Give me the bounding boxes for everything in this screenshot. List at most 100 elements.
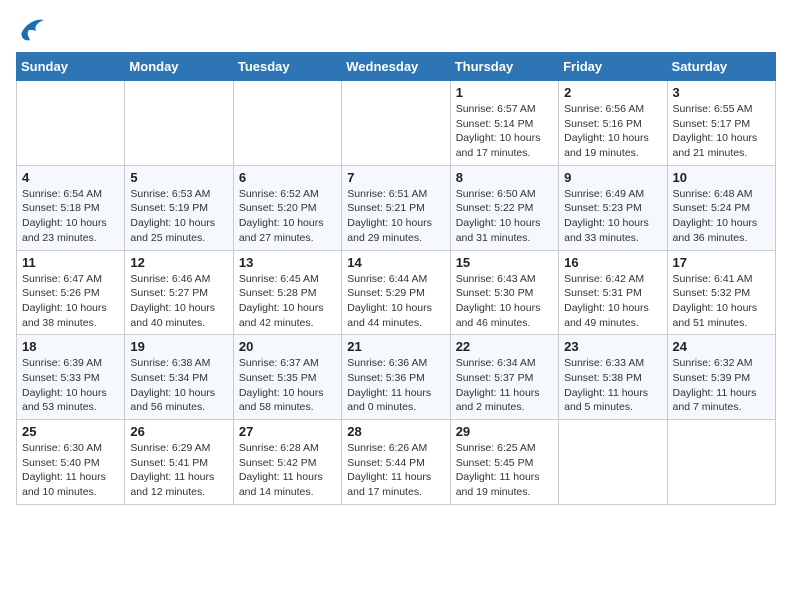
calendar-cell: 24 Sunrise: 6:32 AM Sunset: 5:39 PM Dayli… bbox=[667, 335, 775, 420]
day-info: Sunrise: 6:32 AM Sunset: 5:39 PM Dayligh… bbox=[673, 356, 770, 415]
day-number: 1 bbox=[456, 85, 553, 100]
day-info: Sunrise: 6:44 AM Sunset: 5:29 PM Dayligh… bbox=[347, 272, 444, 331]
day-info: Sunrise: 6:30 AM Sunset: 5:40 PM Dayligh… bbox=[22, 441, 119, 500]
header-row: SundayMondayTuesdayWednesdayThursdayFrid… bbox=[17, 53, 776, 81]
day-number: 12 bbox=[130, 255, 227, 270]
calendar-cell: 8 Sunrise: 6:50 AM Sunset: 5:22 PM Daylig… bbox=[450, 165, 558, 250]
day-number: 6 bbox=[239, 170, 336, 185]
day-info: Sunrise: 6:26 AM Sunset: 5:44 PM Dayligh… bbox=[347, 441, 444, 500]
calendar-cell bbox=[667, 420, 775, 505]
calendar-cell: 29Sunrise: 6:25 AM Sunset: 5:45 PM Dayli… bbox=[450, 420, 558, 505]
day-info: Sunrise: 6:34 AM Sunset: 5:37 PM Dayligh… bbox=[456, 356, 553, 415]
logo-bird-icon bbox=[16, 16, 48, 44]
day-number: 14 bbox=[347, 255, 444, 270]
day-info: Sunrise: 6:36 AM Sunset: 5:36 PM Dayligh… bbox=[347, 356, 444, 415]
day-number: 7 bbox=[347, 170, 444, 185]
header-cell-thursday: Thursday bbox=[450, 53, 558, 81]
week-row-3: 11 Sunrise: 6:47 AM Sunset: 5:26 PM Dayli… bbox=[17, 250, 776, 335]
day-number: 3 bbox=[673, 85, 770, 100]
day-number: 25 bbox=[22, 424, 119, 439]
day-number: 21 bbox=[347, 339, 444, 354]
day-number: 16 bbox=[564, 255, 661, 270]
day-info: Sunrise: 6:53 AM Sunset: 5:19 PM Dayligh… bbox=[130, 187, 227, 246]
day-number: 19 bbox=[130, 339, 227, 354]
day-info: Sunrise: 6:41 AM Sunset: 5:32 PM Dayligh… bbox=[673, 272, 770, 331]
day-info: Sunrise: 6:42 AM Sunset: 5:31 PM Dayligh… bbox=[564, 272, 661, 331]
day-number: 15 bbox=[456, 255, 553, 270]
calendar-cell: 7 Sunrise: 6:51 AM Sunset: 5:21 PM Daylig… bbox=[342, 165, 450, 250]
calendar-cell: 10Sunrise: 6:48 AM Sunset: 5:24 PM Dayli… bbox=[667, 165, 775, 250]
calendar-body: 1 Sunrise: 6:57 AM Sunset: 5:14 PM Daylig… bbox=[17, 81, 776, 505]
header-cell-wednesday: Wednesday bbox=[342, 53, 450, 81]
day-number: 28 bbox=[347, 424, 444, 439]
calendar-cell: 12 Sunrise: 6:46 AM Sunset: 5:27 PM Dayli… bbox=[125, 250, 233, 335]
day-info: Sunrise: 6:43 AM Sunset: 5:30 PM Dayligh… bbox=[456, 272, 553, 331]
calendar-cell bbox=[17, 81, 125, 166]
calendar-cell: 2Sunrise: 6:56 AM Sunset: 5:16 PM Daylig… bbox=[559, 81, 667, 166]
day-number: 8 bbox=[456, 170, 553, 185]
day-info: Sunrise: 6:37 AM Sunset: 5:35 PM Dayligh… bbox=[239, 356, 336, 415]
day-number: 4 bbox=[22, 170, 119, 185]
calendar-cell: 15 Sunrise: 6:43 AM Sunset: 5:30 PM Dayli… bbox=[450, 250, 558, 335]
logo bbox=[16, 16, 52, 44]
calendar-cell bbox=[342, 81, 450, 166]
calendar-cell: 19 Sunrise: 6:38 AM Sunset: 5:34 PM Dayli… bbox=[125, 335, 233, 420]
day-info: Sunrise: 6:55 AM Sunset: 5:17 PM Dayligh… bbox=[673, 102, 770, 161]
day-number: 13 bbox=[239, 255, 336, 270]
calendar-cell bbox=[233, 81, 341, 166]
day-number: 10 bbox=[673, 170, 770, 185]
calendar-cell: 22 Sunrise: 6:34 AM Sunset: 5:37 PM Dayli… bbox=[450, 335, 558, 420]
calendar-cell: 26 Sunrise: 6:29 AM Sunset: 5:41 PM Dayli… bbox=[125, 420, 233, 505]
day-info: Sunrise: 6:39 AM Sunset: 5:33 PM Dayligh… bbox=[22, 356, 119, 415]
week-row-2: 4 Sunrise: 6:54 AM Sunset: 5:18 PM Daylig… bbox=[17, 165, 776, 250]
calendar-cell: 4 Sunrise: 6:54 AM Sunset: 5:18 PM Daylig… bbox=[17, 165, 125, 250]
day-info: Sunrise: 6:47 AM Sunset: 5:26 PM Dayligh… bbox=[22, 272, 119, 331]
day-info: Sunrise: 6:57 AM Sunset: 5:14 PM Dayligh… bbox=[456, 102, 553, 161]
calendar-cell: 21 Sunrise: 6:36 AM Sunset: 5:36 PM Dayli… bbox=[342, 335, 450, 420]
calendar-cell: 27 Sunrise: 6:28 AM Sunset: 5:42 PM Dayli… bbox=[233, 420, 341, 505]
calendar-cell: 3 Sunrise: 6:55 AM Sunset: 5:17 PM Daylig… bbox=[667, 81, 775, 166]
header-cell-tuesday: Tuesday bbox=[233, 53, 341, 81]
calendar-cell: 9 Sunrise: 6:49 AM Sunset: 5:23 PM Daylig… bbox=[559, 165, 667, 250]
day-number: 20 bbox=[239, 339, 336, 354]
day-info: Sunrise: 6:28 AM Sunset: 5:42 PM Dayligh… bbox=[239, 441, 336, 500]
day-number: 18 bbox=[22, 339, 119, 354]
calendar-cell: 13 Sunrise: 6:45 AM Sunset: 5:28 PM Dayli… bbox=[233, 250, 341, 335]
calendar-cell: 6 Sunrise: 6:52 AM Sunset: 5:20 PM Daylig… bbox=[233, 165, 341, 250]
day-number: 27 bbox=[239, 424, 336, 439]
calendar-cell: 16 Sunrise: 6:42 AM Sunset: 5:31 PM Dayli… bbox=[559, 250, 667, 335]
day-number: 26 bbox=[130, 424, 227, 439]
header-cell-saturday: Saturday bbox=[667, 53, 775, 81]
calendar-cell: 11 Sunrise: 6:47 AM Sunset: 5:26 PM Dayli… bbox=[17, 250, 125, 335]
calendar-cell: 23Sunrise: 6:33 AM Sunset: 5:38 PM Dayli… bbox=[559, 335, 667, 420]
calendar-cell: 25 Sunrise: 6:30 AM Sunset: 5:40 PM Dayli… bbox=[17, 420, 125, 505]
day-number: 22 bbox=[456, 339, 553, 354]
day-number: 9 bbox=[564, 170, 661, 185]
day-info: Sunrise: 6:45 AM Sunset: 5:28 PM Dayligh… bbox=[239, 272, 336, 331]
day-number: 23 bbox=[564, 339, 661, 354]
calendar-header: SundayMondayTuesdayWednesdayThursdayFrid… bbox=[17, 53, 776, 81]
day-info: Sunrise: 6:54 AM Sunset: 5:18 PM Dayligh… bbox=[22, 187, 119, 246]
day-info: Sunrise: 6:51 AM Sunset: 5:21 PM Dayligh… bbox=[347, 187, 444, 246]
calendar-cell bbox=[559, 420, 667, 505]
day-number: 29 bbox=[456, 424, 553, 439]
calendar-cell: 28 Sunrise: 6:26 AM Sunset: 5:44 PM Dayli… bbox=[342, 420, 450, 505]
calendar-cell: 5Sunrise: 6:53 AM Sunset: 5:19 PM Daylig… bbox=[125, 165, 233, 250]
header-cell-sunday: Sunday bbox=[17, 53, 125, 81]
day-info: Sunrise: 6:50 AM Sunset: 5:22 PM Dayligh… bbox=[456, 187, 553, 246]
day-info: Sunrise: 6:49 AM Sunset: 5:23 PM Dayligh… bbox=[564, 187, 661, 246]
day-number: 17 bbox=[673, 255, 770, 270]
day-number: 11 bbox=[22, 255, 119, 270]
calendar-cell: 1 Sunrise: 6:57 AM Sunset: 5:14 PM Daylig… bbox=[450, 81, 558, 166]
day-info: Sunrise: 6:46 AM Sunset: 5:27 PM Dayligh… bbox=[130, 272, 227, 331]
week-row-4: 18 Sunrise: 6:39 AM Sunset: 5:33 PM Dayli… bbox=[17, 335, 776, 420]
day-info: Sunrise: 6:29 AM Sunset: 5:41 PM Dayligh… bbox=[130, 441, 227, 500]
day-info: Sunrise: 6:52 AM Sunset: 5:20 PM Dayligh… bbox=[239, 187, 336, 246]
day-number: 24 bbox=[673, 339, 770, 354]
header-cell-friday: Friday bbox=[559, 53, 667, 81]
calendar-table: SundayMondayTuesdayWednesdayThursdayFrid… bbox=[16, 52, 776, 505]
day-info: Sunrise: 6:56 AM Sunset: 5:16 PM Dayligh… bbox=[564, 102, 661, 161]
page-header bbox=[16, 16, 776, 44]
day-info: Sunrise: 6:38 AM Sunset: 5:34 PM Dayligh… bbox=[130, 356, 227, 415]
calendar-cell: 14 Sunrise: 6:44 AM Sunset: 5:29 PM Dayli… bbox=[342, 250, 450, 335]
